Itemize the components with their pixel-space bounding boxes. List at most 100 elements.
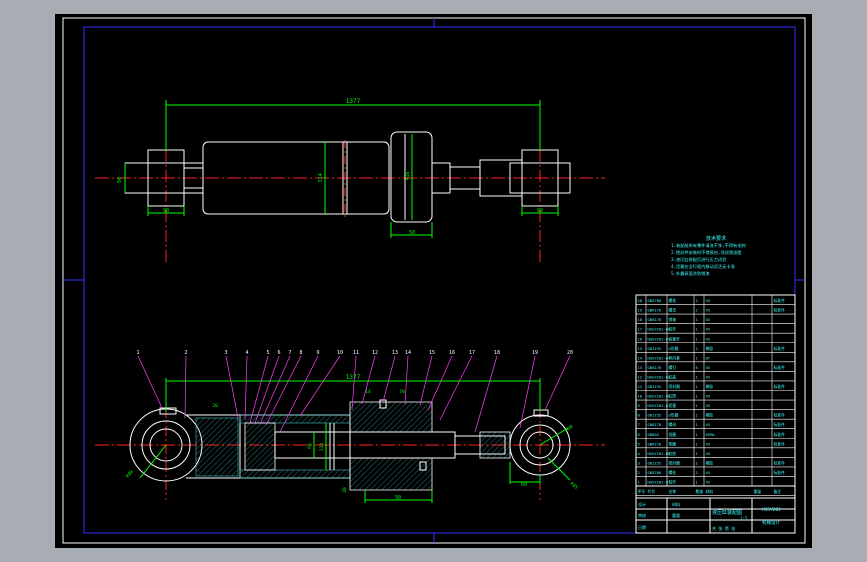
table-cell: 15	[638, 346, 643, 351]
cad-drawing: 1377 90 50 90 314 416 50 1377 60 50 314 …	[62, 17, 806, 544]
table-cell: 标准件	[774, 298, 786, 303]
table-cell: 13	[638, 365, 643, 370]
table-cell: QT	[706, 355, 711, 360]
tb-scale: 1:5	[740, 516, 748, 521]
dim-overall-top-label: 1377	[346, 98, 361, 105]
tb-school: 机械设计	[762, 519, 780, 526]
table-cell: 45	[706, 308, 711, 313]
table-cell: 6	[638, 432, 641, 437]
dim-left-eye-radius-leader	[139, 444, 167, 479]
table-cell: GB6170	[648, 441, 662, 446]
table-cell: 20	[638, 298, 643, 303]
table-cell: 45	[706, 403, 711, 408]
barrel-wall-bottom	[239, 469, 351, 479]
table-cell: 11	[638, 384, 643, 389]
table-cell: 橡胶	[706, 460, 714, 465]
table-cell: 2	[638, 470, 640, 475]
table-cell: 1	[696, 432, 699, 437]
piston	[244, 422, 276, 471]
balloon-label: 20	[567, 350, 573, 356]
table-cell: 重量	[754, 489, 762, 494]
table-cell: 缸底	[669, 451, 677, 456]
tb-drawing-no: HGSY201	[762, 507, 781, 513]
table-cell: 标准件	[774, 308, 786, 313]
table-cell: GB5780	[648, 470, 662, 475]
table-cell: 序号	[638, 489, 646, 494]
table-cell: 45	[706, 336, 711, 341]
dim-small-c-label: 70	[399, 389, 405, 395]
balloon-leader	[474, 355, 498, 433]
table-cell: 1	[696, 441, 699, 446]
table-cell: GB1235	[648, 413, 662, 418]
balloon-label: 9	[316, 350, 319, 356]
table-cell: 7	[638, 422, 640, 427]
table-cell: 1	[696, 374, 699, 379]
table-cell: 1	[696, 355, 699, 360]
table-cell: 标准件	[774, 413, 786, 418]
dim-rod-end	[509, 462, 541, 484]
table-cell: 5	[638, 441, 640, 446]
table-cell: 名称	[669, 489, 677, 494]
table-cell: GB6170	[648, 317, 662, 322]
table-cell: 螺母	[669, 422, 677, 427]
table-cell: 65Mn	[706, 432, 715, 437]
table-cell: 耳环	[669, 327, 677, 332]
table-cell: GB1235	[648, 384, 662, 389]
table-cell: 19	[638, 308, 643, 313]
table-cell: 1	[696, 480, 699, 485]
table-cell: 14	[638, 355, 643, 360]
table-cell: 2	[696, 298, 698, 303]
table-cell: GB6170	[648, 308, 662, 313]
table-cell: 1	[696, 403, 699, 408]
table-cell: O形圈	[669, 413, 679, 418]
table-cell: 螺栓	[669, 470, 677, 475]
table-cell: 10	[638, 394, 643, 399]
dim-right-eye-label: 90	[537, 208, 543, 214]
balloon-label: 2	[184, 350, 187, 356]
table-cell: 9	[638, 403, 641, 408]
table-cell: 螺母	[669, 308, 677, 313]
note-line-1: 1.装配前所有零件清洗干净,不得有毛刺	[671, 242, 746, 249]
tb-designer: 设计	[638, 501, 646, 507]
dim-left-eye	[124, 163, 185, 216]
table-cell: 1	[696, 336, 699, 341]
balloon-label: 8	[299, 350, 302, 356]
table-cell: 2	[696, 308, 698, 313]
table-cell: 活塞	[669, 403, 677, 408]
table-cell: 导向套	[669, 355, 681, 360]
tb-checker: 审核	[638, 512, 646, 518]
table-cell: GB6170	[648, 365, 662, 370]
dim-eye-hole-label: R45	[569, 481, 579, 491]
balloon-label: 11	[353, 350, 359, 356]
dim-head-dia-label: 416	[405, 171, 411, 180]
dim-small-a-label: 20	[212, 403, 218, 409]
balloon-label: 7	[288, 350, 291, 356]
table-cell: GB1235	[648, 346, 662, 351]
parts-table: 20 GB5780 螺栓 2 45 标准件19 GB6170 螺母 2 45 标准件18 GB6170…	[635, 294, 796, 534]
balloon-label: 13	[392, 350, 398, 356]
note-line-5: 5.外露表面涂防锈漆	[671, 270, 710, 277]
table-cell: 代号	[648, 489, 656, 494]
dim-left-eye-height-label: 50	[117, 177, 123, 183]
table-cell: 1	[696, 422, 699, 427]
table-cell: 2	[696, 460, 698, 465]
notes-heading: 技术要求	[706, 235, 726, 242]
table-cell: 垫圈	[669, 441, 677, 446]
rod-end-thread	[479, 431, 511, 459]
table-cell: 活塞杆	[669, 336, 681, 341]
table-cell: 1	[696, 451, 699, 456]
table-cell: 材料	[706, 489, 714, 494]
balloon-leader	[439, 355, 473, 421]
balloon-label: 19	[532, 350, 538, 356]
table-cell: 17	[638, 327, 643, 332]
dim-overall-section-label: 1377	[346, 374, 361, 381]
table-cell: 密封圈	[669, 384, 681, 389]
balloon-leader	[544, 355, 571, 411]
tb-sheet: 共 张 第 张	[712, 525, 735, 531]
balloon-label: 6	[277, 350, 280, 356]
table-cell: 橡胶	[706, 413, 714, 418]
table-cell: 1	[696, 394, 699, 399]
table-cell: 35	[706, 365, 711, 370]
technical-notes: 技术要求 1.装配前所有零件清洗干净,不得有毛刺 2.密封件安装时不得损伤,涂润…	[671, 235, 746, 277]
table-cell: 2	[696, 346, 698, 351]
